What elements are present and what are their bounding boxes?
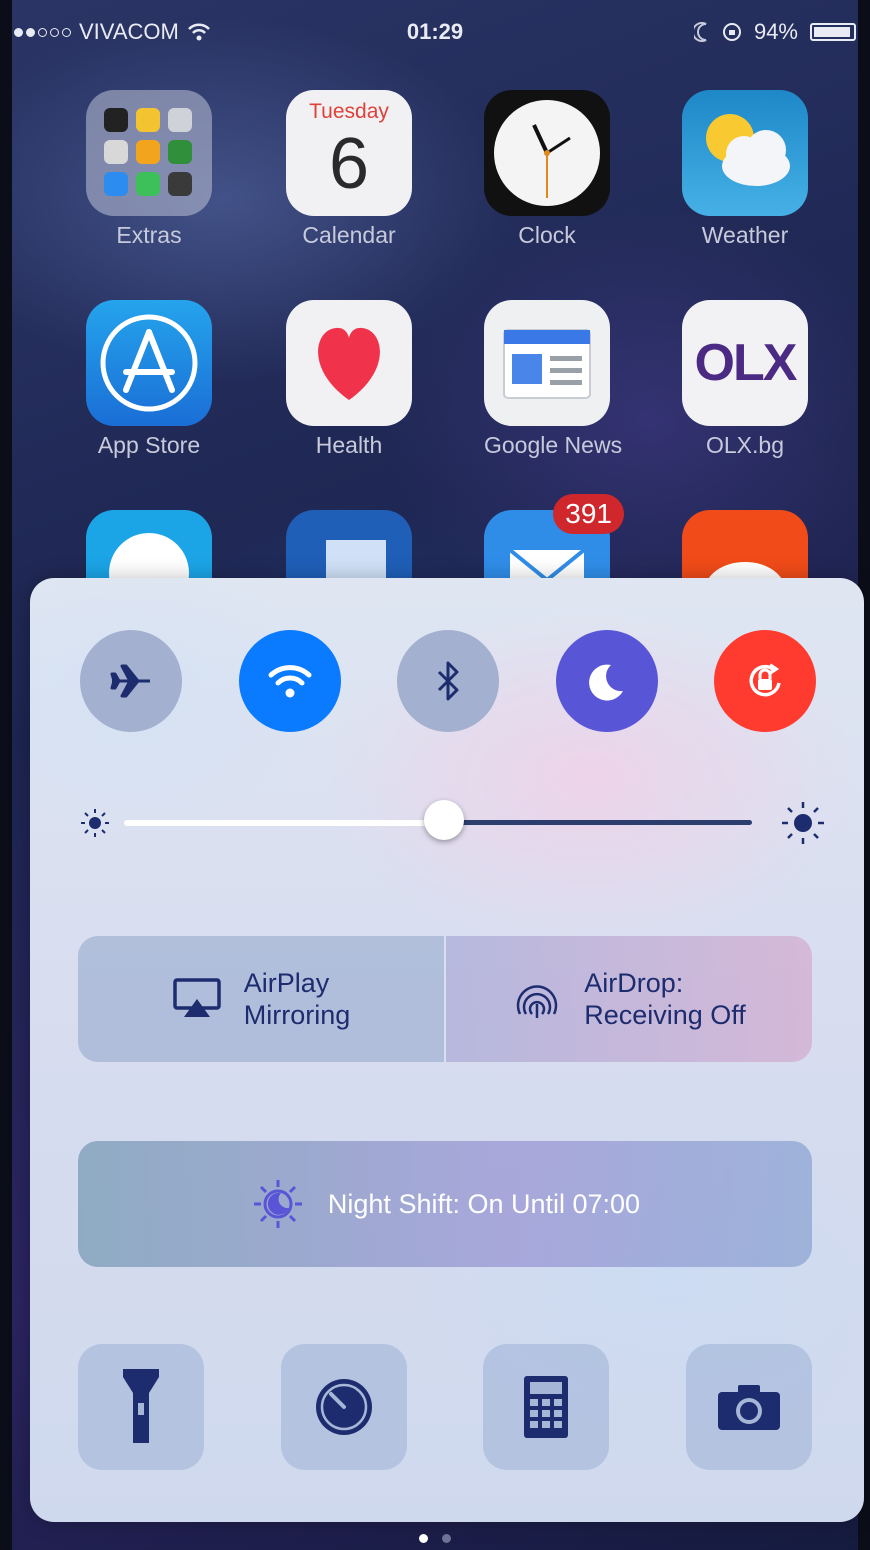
brightness-track-empty	[446, 820, 752, 825]
app-label: Extras	[116, 222, 182, 248]
app-label: Google News	[484, 432, 623, 458]
airplane-mode-toggle[interactable]	[80, 630, 182, 732]
airplay-mirroring-button[interactable]: AirPlay Mirroring	[78, 936, 446, 1062]
calendar-icon: Tuesday 6	[286, 90, 412, 216]
app-label: Weather	[701, 222, 789, 248]
camera-icon	[717, 1385, 780, 1430]
airplay-icon	[172, 978, 221, 1017]
app-extras[interactable]: Extras	[86, 90, 212, 249]
night-shift-button[interactable]: Night Shift: On Until 07:00	[78, 1141, 812, 1267]
bluetooth-icon	[437, 661, 459, 701]
app-label: Clock	[518, 222, 576, 248]
status-time: 01:29	[406, 19, 464, 44]
moon-icon	[588, 664, 623, 701]
wifi-icon	[268, 665, 311, 698]
rotation-lock-icon	[749, 663, 781, 697]
brightness-track-filled	[124, 820, 446, 826]
clock-icon	[484, 90, 610, 216]
brightness-knob[interactable]	[424, 800, 464, 840]
app-label: Health	[315, 432, 383, 458]
camera-button[interactable]	[685, 1344, 812, 1470]
weather-icon	[682, 90, 808, 216]
flashlight-button[interactable]	[78, 1344, 204, 1470]
calendar-day: Tuesday	[309, 100, 389, 123]
calculator-button[interactable]	[483, 1344, 610, 1470]
app-app-store[interactable]: App Store	[86, 300, 212, 459]
heart-icon	[286, 300, 412, 426]
airdrop-icon	[517, 985, 558, 1018]
app-olx[interactable]: OLX OLX.bg	[682, 300, 808, 459]
olx-icon: OLX	[682, 300, 808, 426]
airdrop-line1: AirDrop:	[584, 968, 684, 998]
page-indicator	[0, 1534, 870, 1543]
google-news-icon	[484, 300, 610, 426]
airplay-line2: Mirroring	[243, 1000, 351, 1030]
wifi-toggle[interactable]	[238, 630, 341, 732]
app-calendar[interactable]: Tuesday 6 Calendar	[286, 90, 412, 249]
app-google-news[interactable]: Google News	[484, 300, 623, 459]
control-center: AirPlay Mirroring AirDrop: Receiving Off	[30, 578, 864, 1522]
night-shift-icon	[253, 1180, 302, 1228]
folder-icon	[86, 90, 212, 216]
do-not-disturb-toggle[interactable]	[555, 630, 658, 732]
page-dot-active	[419, 1534, 428, 1543]
device-frame-left	[0, 0, 12, 1550]
brightness-low-icon	[81, 809, 109, 837]
brightness-slider[interactable]	[78, 798, 824, 848]
app-label: OLX.bg	[706, 432, 784, 458]
timer-button[interactable]	[280, 1344, 407, 1470]
quick-tools-row	[78, 1344, 812, 1470]
olx-logo: OLX	[694, 334, 798, 392]
app-label: Calendar	[302, 222, 396, 248]
bluetooth-toggle[interactable]	[397, 630, 499, 732]
timer-icon	[315, 1379, 372, 1435]
airplay-airdrop-panel: AirPlay Mirroring AirDrop: Receiving Off	[78, 936, 812, 1062]
app-store-icon	[86, 300, 212, 426]
toggle-row	[80, 630, 816, 732]
calculator-icon	[524, 1376, 569, 1438]
airdrop-button[interactable]: AirDrop: Receiving Off	[446, 936, 812, 1062]
airplay-line1: AirPlay	[243, 968, 330, 998]
page-dot	[442, 1534, 451, 1543]
flashlight-icon	[123, 1369, 159, 1443]
app-health[interactable]: Health	[286, 300, 412, 459]
calendar-date: 6	[328, 124, 370, 204]
night-shift-label: Night Shift: On Until 07:00	[327, 1188, 641, 1219]
app-label: App Store	[97, 432, 201, 458]
airplane-icon	[110, 664, 150, 698]
app-clock[interactable]: Clock	[484, 90, 610, 249]
app-weather[interactable]: Weather	[682, 90, 808, 249]
airdrop-line2: Receiving Off	[584, 1000, 746, 1030]
brightness-high-icon	[782, 802, 824, 844]
status-bar: VIVACOM 01:29 94%	[14, 14, 856, 50]
mail-badge: 391	[553, 494, 624, 534]
rotation-lock-toggle[interactable]	[714, 630, 816, 732]
